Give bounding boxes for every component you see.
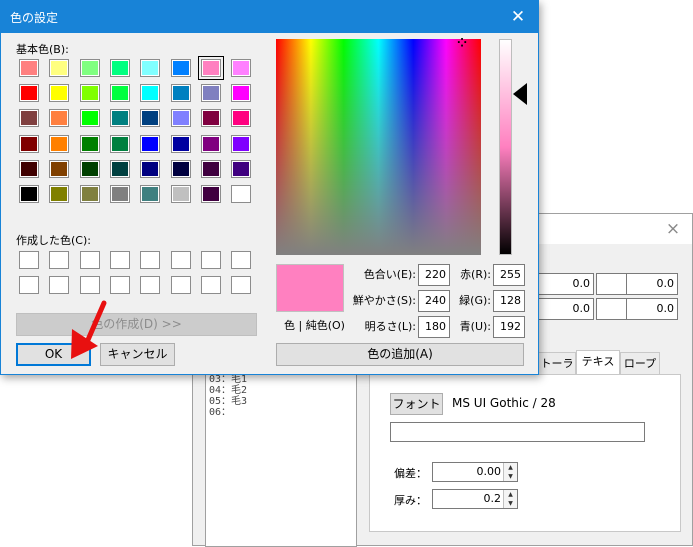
annotation-arrow	[71, 300, 107, 359]
arrow-head-icon	[71, 329, 98, 359]
